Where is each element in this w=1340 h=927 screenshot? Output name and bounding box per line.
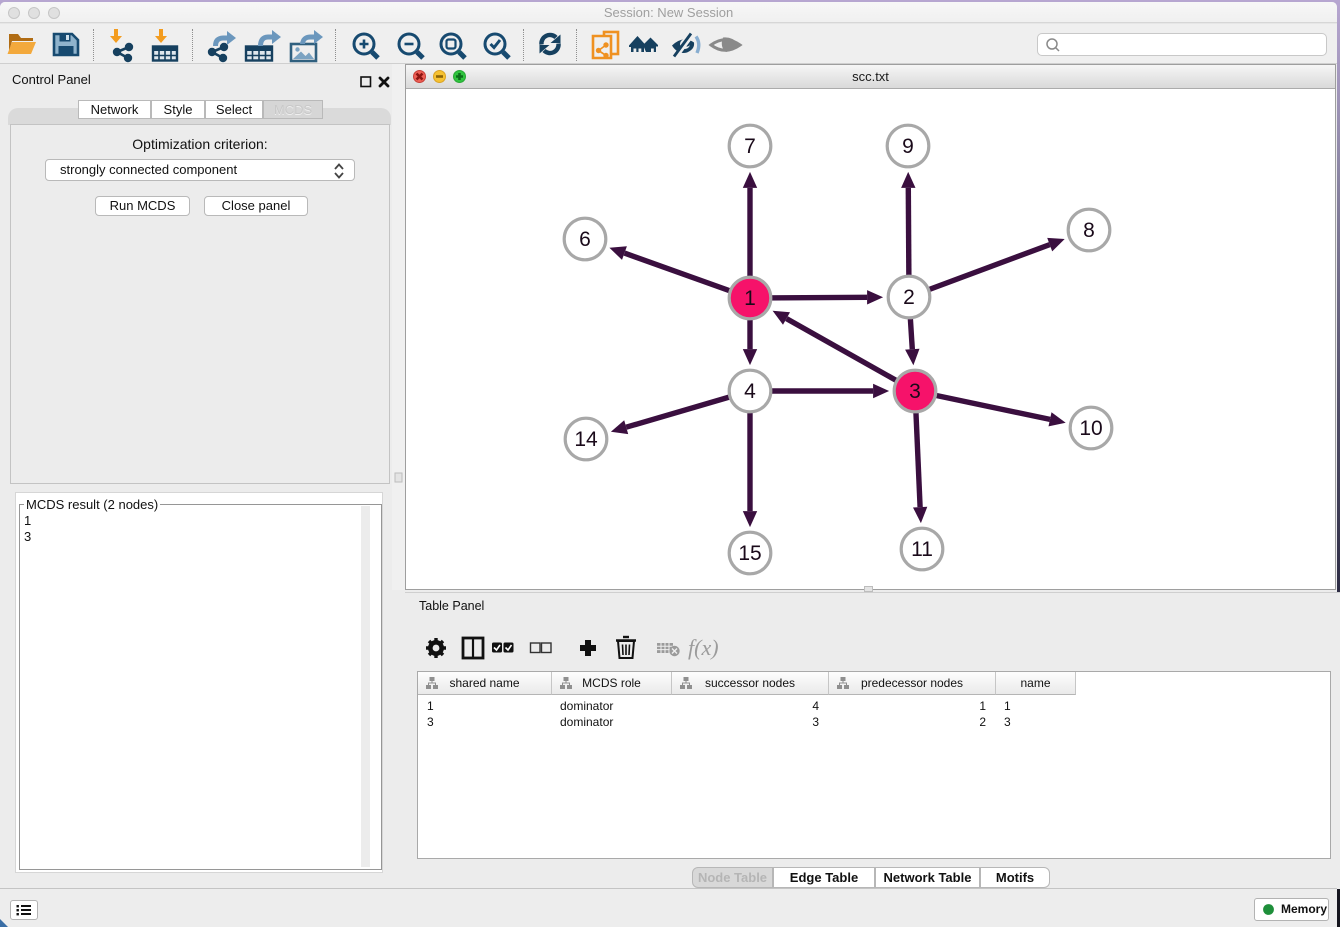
svg-text:9: 9 bbox=[902, 135, 914, 158]
svg-text:8: 8 bbox=[1083, 219, 1095, 242]
svg-text:6: 6 bbox=[579, 228, 591, 251]
svg-text:1: 1 bbox=[744, 287, 756, 310]
svg-text:10: 10 bbox=[1079, 417, 1102, 440]
svg-text:11: 11 bbox=[911, 538, 933, 561]
svg-text:4: 4 bbox=[744, 380, 756, 403]
svg-text:f(x): f(x) bbox=[688, 635, 719, 660]
svg-text:3: 3 bbox=[909, 380, 921, 403]
svg-text:14: 14 bbox=[574, 428, 598, 451]
svg-text:7: 7 bbox=[744, 135, 756, 158]
svg-text:15: 15 bbox=[738, 542, 761, 565]
svg-text:2: 2 bbox=[903, 286, 915, 309]
